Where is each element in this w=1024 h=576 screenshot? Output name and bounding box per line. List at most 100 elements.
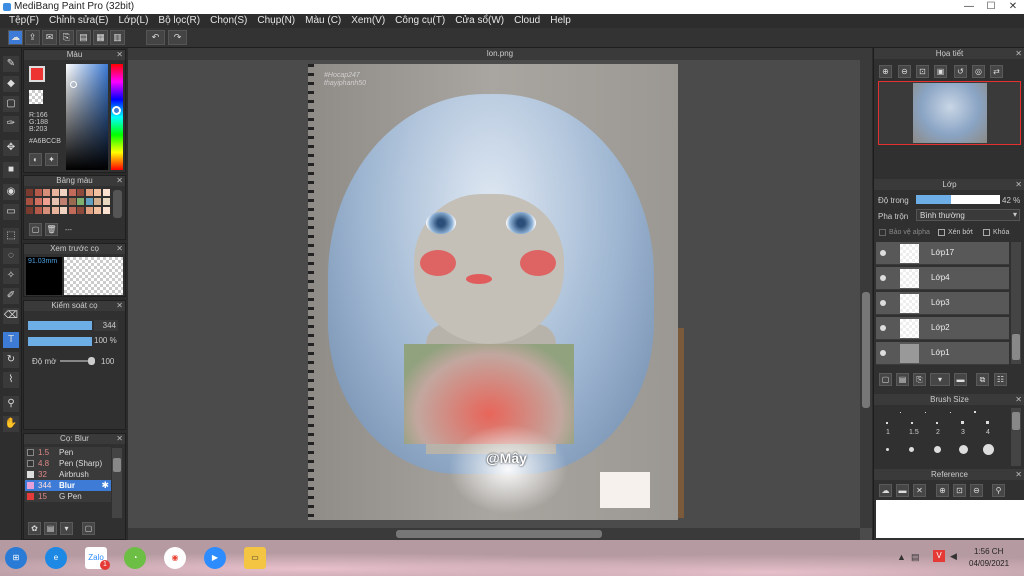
palette-swatch[interactable]: [60, 207, 67, 214]
operation-tool-icon[interactable]: ↻: [3, 352, 19, 368]
palette-swatch[interactable]: [85, 207, 93, 214]
folder-icon[interactable]: ▬: [954, 373, 967, 386]
panel-close-icon[interactable]: ✕: [116, 244, 123, 254]
menu-window[interactable]: Cửa sổ(W): [450, 14, 509, 28]
palette-swatch[interactable]: [26, 189, 33, 196]
brush-size-dot[interactable]: [983, 444, 994, 455]
palette-swatch[interactable]: [51, 189, 59, 196]
close-button[interactable]: ✕: [1002, 0, 1024, 14]
brush-delete-icon[interactable]: ▢: [82, 522, 95, 535]
clock-date[interactable]: 04/09/2021: [969, 559, 1009, 568]
palette-swatch[interactable]: [85, 198, 93, 205]
select-eraser-tool-icon[interactable]: ⌫: [3, 308, 19, 324]
fit-icon[interactable]: ⊡: [916, 65, 929, 78]
layer-row[interactable]: Lớp17: [876, 242, 1009, 265]
scrollbar-thumb[interactable]: [1012, 334, 1020, 360]
brush-size-dot[interactable]: [936, 422, 938, 424]
eyedropper-tool-icon[interactable]: ⚲: [3, 396, 19, 412]
color-picker-handle[interactable]: [70, 81, 77, 88]
copy-layer-icon[interactable]: ⎘: [913, 373, 926, 386]
menu-cloud[interactable]: Cloud: [509, 14, 545, 28]
ie-icon[interactable]: e: [45, 547, 67, 569]
hue-slider[interactable]: [111, 64, 123, 170]
palette-swatch[interactable]: [102, 189, 110, 196]
panels-icon[interactable]: ▥: [110, 30, 125, 45]
palette-swatch[interactable]: [60, 189, 67, 196]
magic-wand-tool-icon[interactable]: ✧: [3, 268, 19, 284]
menu-help[interactable]: Help: [545, 14, 576, 28]
menu-layer[interactable]: Lớp(L): [114, 14, 154, 28]
brush-size-dot[interactable]: [900, 412, 901, 413]
export-icon[interactable]: ⎘: [59, 30, 74, 45]
reference-open-icon[interactable]: ▬: [896, 484, 909, 497]
redo-icon[interactable]: ↷: [168, 30, 187, 45]
brush-size-dot[interactable]: [886, 422, 888, 424]
brush-item-g-pen[interactable]: 15 G Pen: [25, 491, 111, 502]
canvas-area[interactable]: lon.png #Hocap247 thayiphanh50 @Mây: [128, 48, 872, 540]
network-icon[interactable]: ▤: [911, 552, 920, 563]
tray-arrow-icon[interactable]: ▲: [897, 552, 906, 562]
visibility-icon[interactable]: [880, 325, 886, 331]
palette-more[interactable]: ---: [65, 227, 72, 234]
palette-swatch[interactable]: [102, 198, 110, 205]
canvas-horizontal-scrollbar[interactable]: [128, 528, 860, 540]
palette-swatch[interactable]: [68, 198, 76, 205]
panel-close-icon[interactable]: ✕: [1015, 394, 1022, 405]
blend-select[interactable]: Bình thường ▾: [916, 209, 1020, 221]
new-layer-icon[interactable]: ▢: [879, 373, 892, 386]
palette-swatch[interactable]: [51, 207, 59, 214]
select-pen-tool-icon[interactable]: ✐: [3, 288, 19, 304]
rotate-left-icon[interactable]: ↺: [954, 65, 967, 78]
brush-size-slider[interactable]: [28, 321, 92, 330]
brush-tool-icon[interactable]: ✎: [3, 56, 19, 72]
palette-swatch[interactable]: [94, 207, 101, 214]
panel-close-icon[interactable]: ✕: [1015, 48, 1022, 59]
palette-swatch[interactable]: [34, 198, 42, 205]
new-halftone-layer-icon[interactable]: ▤: [896, 373, 909, 386]
scrollbar-thumb[interactable]: [1012, 412, 1020, 430]
panel-close-icon[interactable]: ✕: [116, 301, 123, 311]
layer-row[interactable]: Lớp1: [876, 342, 1009, 365]
blur-slider[interactable]: [60, 357, 95, 365]
menu-select[interactable]: Chọn(S): [205, 14, 252, 28]
palette-swatch[interactable]: [26, 207, 33, 214]
reference-zoom-out-icon[interactable]: ⊖: [970, 484, 983, 497]
palette-swatch[interactable]: [102, 207, 110, 214]
upload-icon[interactable]: ⇪: [25, 30, 40, 45]
layer-scrollbar[interactable]: [1011, 242, 1021, 364]
maximize-button[interactable]: ☐: [980, 0, 1002, 14]
brush-size-dot[interactable]: [886, 448, 889, 451]
zoom-out-icon[interactable]: ⊖: [898, 65, 911, 78]
brush-size-dot[interactable]: [959, 445, 968, 454]
brush-size-dot[interactable]: [950, 412, 951, 413]
panel-close-icon[interactable]: ✕: [1015, 469, 1022, 480]
palette-swatch[interactable]: [43, 189, 50, 196]
hue-handle[interactable]: [112, 106, 121, 115]
brush-size-dot[interactable]: [974, 411, 976, 413]
layer-opacity-slider[interactable]: [916, 195, 1000, 204]
brush-size-dot[interactable]: [909, 447, 914, 452]
panel-close-icon[interactable]: ✕: [116, 434, 123, 444]
reference-zoom-in-icon[interactable]: ⊕: [936, 484, 949, 497]
menu-color[interactable]: Màu (C): [300, 14, 346, 28]
palette-swatch[interactable]: [77, 189, 84, 196]
divide-tool-icon[interactable]: ⌇: [3, 372, 19, 388]
select-tool-icon[interactable]: ⬚: [3, 228, 19, 244]
layer-row[interactable]: Lớp4: [876, 267, 1009, 290]
menu-tools[interactable]: Công cụ(T): [390, 14, 450, 28]
zoom-icon[interactable]: ▶: [204, 547, 226, 569]
brush-size-dot[interactable]: [934, 446, 941, 453]
visibility-icon[interactable]: [880, 350, 886, 356]
undo-icon[interactable]: ↶: [146, 30, 165, 45]
move-tool-icon[interactable]: ✥: [3, 140, 19, 156]
comment-icon[interactable]: ✉: [42, 30, 57, 45]
start-button-icon[interactable]: ⊞: [5, 547, 27, 569]
coccoc-icon[interactable]: ◔: [124, 547, 146, 569]
visibility-icon[interactable]: [880, 250, 886, 256]
brush-opacity-slider[interactable]: [28, 337, 92, 346]
volume-icon[interactable]: ◀: [950, 551, 957, 562]
menu-file[interactable]: Tệp(F): [4, 14, 44, 28]
layer-row[interactable]: Lớp3: [876, 292, 1009, 315]
pen-tool-icon[interactable]: ✑: [3, 116, 19, 132]
palette-swatch[interactable]: [60, 198, 67, 205]
